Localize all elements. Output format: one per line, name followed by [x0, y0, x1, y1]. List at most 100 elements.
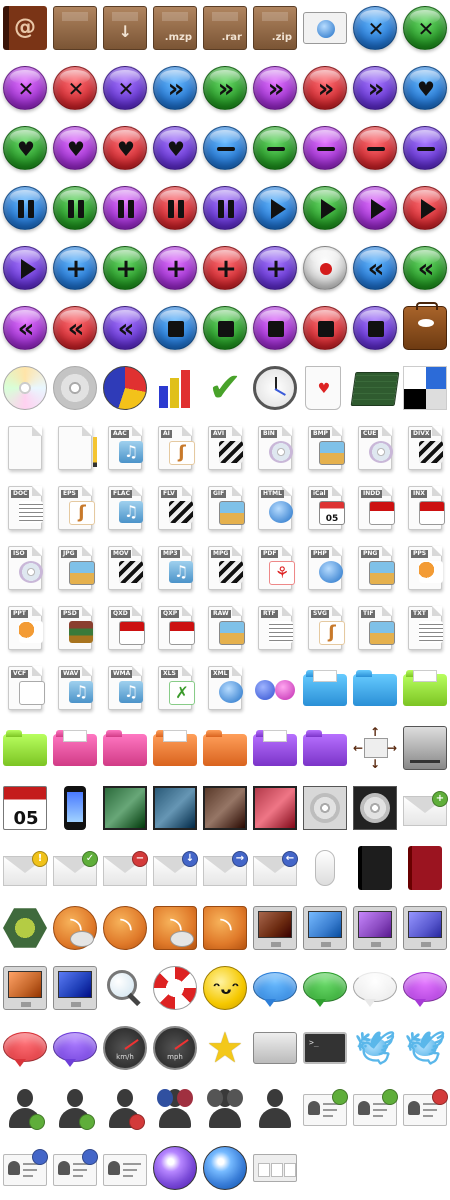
- users-group-icon: [203, 1086, 247, 1130]
- qxd-file-icon: QXD: [108, 606, 145, 650]
- stop-green-icon: [203, 306, 247, 350]
- divx-file-icon: DIVX: [408, 426, 443, 470]
- pause-blue-icon: [3, 186, 47, 230]
- bin-file-icon: BIN: [258, 426, 293, 470]
- rtf-file-icon: RTF: [258, 606, 293, 650]
- address-book-icon: @: [3, 6, 47, 50]
- monitor-purple-icon: [353, 906, 397, 950]
- close-violet-icon: ✕: [103, 66, 147, 110]
- html-file-icon: HTML: [258, 486, 293, 530]
- package-icon: [53, 6, 97, 50]
- chat-white-icon: [353, 972, 397, 1007]
- plus-blue-icon: +: [53, 246, 97, 290]
- contact-card-add-icon: [303, 1089, 348, 1126]
- pie-chart-icon: [103, 366, 147, 410]
- album-art-2-icon: [153, 786, 197, 830]
- briefcase-icon: [403, 302, 447, 350]
- dvd-icon: [53, 366, 97, 410]
- user-add-icon: [3, 1086, 47, 1130]
- folder-orange-open-icon: [153, 730, 197, 766]
- avi-file-icon: AVI: [208, 426, 243, 470]
- stop-blue-icon: [153, 306, 197, 350]
- play-purple-icon: [353, 186, 397, 230]
- rewind-red-icon: «: [53, 306, 97, 350]
- user-icon: [253, 1086, 297, 1130]
- forward-blue-icon: »: [153, 66, 197, 110]
- xml-file-icon: XML: [208, 666, 243, 710]
- contact-card-check-icon: [353, 1089, 398, 1126]
- cutting-mat-icon: [350, 372, 400, 406]
- folder-blue-icon: [353, 670, 397, 706]
- bmp-file-icon: BMP: [308, 426, 345, 470]
- heart-green-icon: ♥: [3, 126, 47, 170]
- album-art-3-icon: [203, 786, 247, 830]
- album-art-1-icon: [103, 786, 147, 830]
- archive-rar-icon: .rar: [203, 6, 247, 50]
- minus-blue-icon: [203, 126, 247, 170]
- plus-purple-icon: +: [153, 246, 197, 290]
- mail-check-icon: ✓: [53, 851, 98, 886]
- plus-violet-icon: +: [253, 246, 297, 290]
- hexagon-box-icon: [3, 908, 47, 948]
- coffee-mug-icon: ♥: [305, 366, 341, 410]
- archive-zip-icon: .zip: [253, 6, 297, 50]
- mpg-file-icon: MPG: [208, 546, 243, 590]
- hard-drive-icon: [403, 726, 447, 770]
- svg-file-icon: SVG ʃ: [308, 606, 345, 650]
- vcf-file-icon: VCF: [8, 666, 45, 710]
- flac-file-icon: FLAC ♫: [108, 486, 143, 530]
- rss-square-icon: ◝: [203, 906, 247, 950]
- play-red-icon: [403, 186, 447, 230]
- heart-blue-icon: ♥: [403, 66, 447, 110]
- chat-green-icon: [303, 972, 347, 1007]
- minus-green-icon: [253, 126, 297, 170]
- tablet-icon: [253, 1032, 297, 1064]
- monitor-sunset-icon: [3, 966, 47, 1010]
- chat-purple-icon: [403, 972, 447, 1007]
- doc-file-icon: DOC: [8, 486, 43, 530]
- plus-green-icon: +: [103, 246, 147, 290]
- tif-file-icon: TIF: [358, 606, 395, 650]
- flickr-dots-icon: [253, 666, 297, 710]
- qxp-file-icon: QXP: [158, 606, 195, 650]
- rewind-blue-icon: «: [353, 246, 397, 290]
- close-purple-icon: ✕: [3, 66, 47, 110]
- cue-file-icon: CUE: [358, 426, 393, 470]
- package-download-icon: ↓: [103, 6, 147, 50]
- forward-green-icon: »: [203, 66, 247, 110]
- users-group-color-icon: [153, 1086, 197, 1130]
- iphone-icon: [64, 786, 86, 830]
- disc-case-icon: [303, 786, 347, 830]
- pps-file-icon: PPS: [408, 546, 443, 590]
- folder-blue-open-icon: [303, 670, 347, 706]
- mail-alert-icon: !: [3, 851, 48, 886]
- contact-card-icon: [103, 1154, 147, 1186]
- folder-purple-open-icon: [253, 730, 297, 766]
- window-tiles-icon: [253, 1154, 297, 1182]
- indd-file-icon: INDD: [358, 486, 395, 530]
- terminal-icon: >_: [303, 1032, 347, 1064]
- txt-file-icon: TXT: [408, 606, 443, 650]
- play-green-icon: [303, 186, 347, 230]
- album-art-4-icon: [253, 786, 297, 830]
- play-violet-icon: [3, 246, 47, 290]
- notebook-red-icon: [408, 846, 442, 890]
- mail-download-icon: ↓: [153, 851, 198, 886]
- twitter-bird-flying-icon: 🕊: [404, 1029, 446, 1067]
- delicious-icon: [403, 366, 447, 410]
- minus-violet-icon: [403, 126, 447, 170]
- monitor-brown-icon: [253, 906, 297, 950]
- gif-file-icon: GIF: [208, 486, 245, 530]
- folder-orange-icon: [203, 730, 247, 766]
- mail-forward-icon: →: [203, 851, 248, 886]
- stop-red-icon: [303, 306, 347, 350]
- minus-purple-icon: [303, 126, 347, 170]
- pause-red-icon: [153, 186, 197, 230]
- forward-red-icon: »: [303, 66, 347, 110]
- stop-violet-icon: [353, 306, 397, 350]
- lifebuoy-icon: [153, 966, 197, 1010]
- mail-add-icon: +: [403, 791, 448, 826]
- rss-round-icon: ◝: [103, 906, 147, 950]
- stop-purple-icon: [253, 306, 297, 350]
- chat-violet-icon: [53, 1032, 97, 1067]
